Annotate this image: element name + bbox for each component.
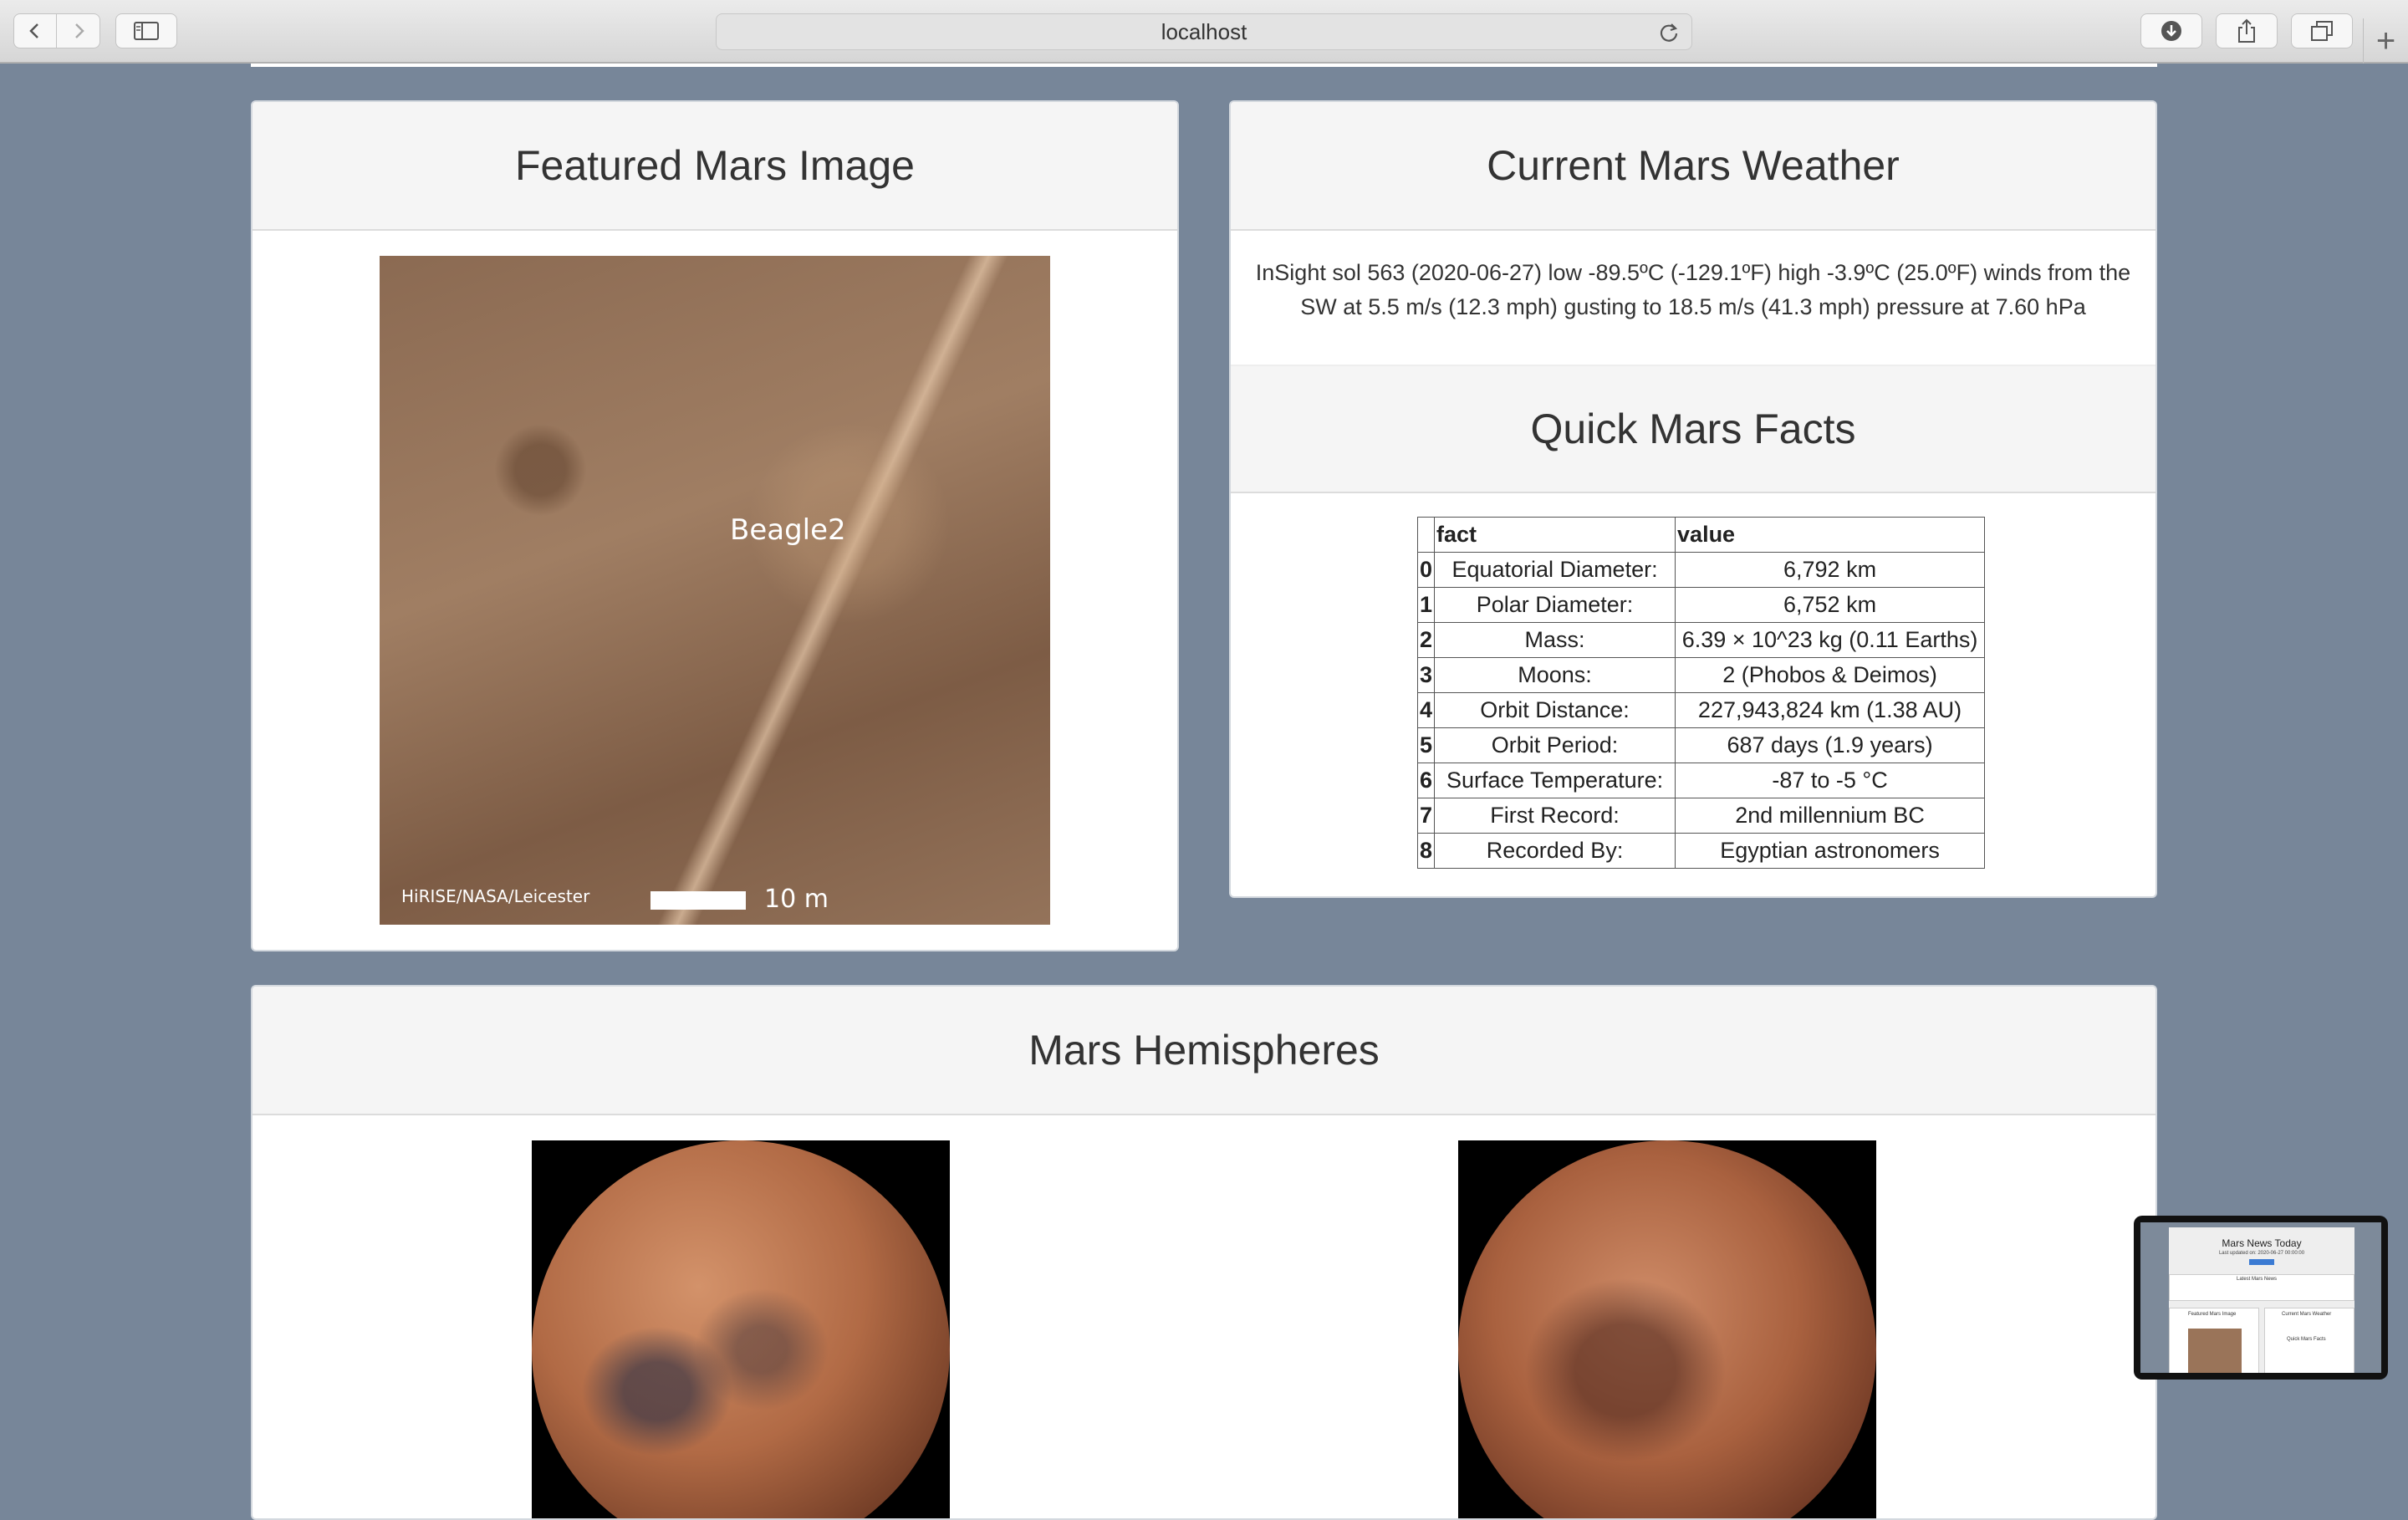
row-fact: Polar Diameter: bbox=[1434, 587, 1676, 623]
row-value: 227,943,824 km (1.38 AU) bbox=[1675, 692, 1986, 728]
table-row: 6 Surface Temperature: -87 to -5 °C bbox=[1416, 763, 1986, 798]
table-row: 5 Orbit Period: 687 days (1.9 years) bbox=[1416, 727, 1986, 763]
row-fact: Moons: bbox=[1434, 657, 1676, 693]
chevron-right-icon bbox=[74, 23, 84, 38]
nav-buttons bbox=[13, 13, 100, 48]
image-credit: HiRISE/NASA/Leicester bbox=[401, 886, 590, 906]
downloads-button[interactable] bbox=[2140, 13, 2202, 48]
featured-image-header: Featured Mars Image bbox=[253, 102, 1177, 231]
thumbnail-preview: Mars News Today Last updated on: 2020-06… bbox=[2140, 1222, 2381, 1373]
thumbnail-facts-label: Quick Mars Facts bbox=[2287, 1337, 2326, 1342]
row-value: 687 days (1.9 years) bbox=[1675, 727, 1986, 763]
facts-header-row: fact value bbox=[1416, 517, 1986, 553]
row-fact: Orbit Period: bbox=[1434, 727, 1676, 763]
back-button[interactable] bbox=[13, 13, 57, 48]
row-fact: Surface Temperature: bbox=[1434, 763, 1676, 798]
row-value: 6,752 km bbox=[1675, 587, 1986, 623]
browser-toolbar: localhost + bbox=[0, 0, 2408, 64]
mars-globe-1 bbox=[532, 1140, 950, 1518]
row-value: 6.39 × 10^23 kg (0.11 Earths) bbox=[1675, 622, 1986, 658]
header-value: value bbox=[1675, 517, 1986, 553]
sidebar-icon bbox=[134, 22, 159, 40]
mars-globe-2 bbox=[1458, 1140, 1876, 1518]
hemispheres-panel: Mars Hemispheres bbox=[251, 985, 2157, 1520]
page-thumbnail[interactable]: Mars News Today Last updated on: 2020-06… bbox=[2134, 1216, 2388, 1380]
tab-overview-button[interactable] bbox=[2291, 13, 2353, 48]
chevron-left-icon bbox=[29, 23, 38, 38]
thumbnail-subtitle: Last updated on: 2020-06-27 00:00:00 bbox=[2218, 1251, 2305, 1256]
hemispheres-header: Mars Hemispheres bbox=[253, 987, 2155, 1115]
hemisphere-image-1[interactable] bbox=[532, 1140, 950, 1518]
row-value: -87 to -5 °C bbox=[1675, 763, 1986, 798]
table-row: 1 Polar Diameter: 6,752 km bbox=[1416, 587, 1986, 623]
row-fact: Mass: bbox=[1434, 622, 1676, 658]
tabs-icon bbox=[2311, 21, 2333, 41]
sidebar-toggle-button[interactable] bbox=[115, 13, 177, 48]
scale-bar bbox=[650, 891, 746, 910]
row-fact: Recorded By: bbox=[1434, 833, 1676, 869]
row-value: 2 (Phobos & Deimos) bbox=[1675, 657, 1986, 693]
new-tab-button[interactable]: + bbox=[2363, 18, 2408, 64]
weather-title: Current Mars Weather bbox=[1487, 142, 1900, 189]
address-bar[interactable]: localhost bbox=[716, 13, 1692, 50]
table-row: 2 Mass: 6.39 × 10^23 kg (0.11 Earths) bbox=[1416, 622, 1986, 658]
thumbnail-weather-label: Current Mars Weather bbox=[2282, 1312, 2332, 1317]
featured-mars-image[interactable]: Beagle2 HiRISE/NASA/Leicester 10 m bbox=[380, 256, 1050, 925]
row-index: 6 bbox=[1416, 763, 1436, 798]
thumbnail-featured-image bbox=[2188, 1329, 2242, 1373]
hemispheres-title: Mars Hemispheres bbox=[1028, 1027, 1380, 1074]
row-index: 7 bbox=[1416, 798, 1436, 834]
row-index: 4 bbox=[1416, 692, 1436, 728]
table-row: 3 Moons: 2 (Phobos & Deimos) bbox=[1416, 657, 1986, 693]
thumbnail-news-label: Latest Mars News bbox=[2237, 1277, 2278, 1282]
weather-text: InSight sol 563 (2020-06-27) low -89.5ºC… bbox=[1255, 260, 2131, 319]
header-fact: fact bbox=[1434, 517, 1676, 553]
weather-facts-panel: Current Mars Weather InSight sol 563 (20… bbox=[1229, 100, 2157, 898]
row-fact: Equatorial Diameter: bbox=[1434, 552, 1676, 588]
table-row: 4 Orbit Distance: 227,943,824 km (1.38 AU) bbox=[1416, 692, 1986, 728]
share-button[interactable] bbox=[2216, 13, 2278, 48]
plus-icon: + bbox=[2375, 22, 2396, 59]
previous-section-edge bbox=[251, 64, 2157, 67]
facts-header: Quick Mars Facts bbox=[1231, 365, 2155, 493]
row-index: 3 bbox=[1416, 657, 1436, 693]
facts-title: Quick Mars Facts bbox=[1530, 406, 1856, 452]
thumbnail-featured-box: Featured Mars Image bbox=[2169, 1308, 2259, 1373]
row-index: 8 bbox=[1416, 833, 1436, 869]
featured-image-title: Featured Mars Image bbox=[515, 142, 915, 189]
hemisphere-image-2[interactable] bbox=[1458, 1140, 1876, 1518]
mars-facts-table: fact value 0 Equatorial Diameter: 6,792 km… bbox=[1416, 517, 1986, 869]
table-row: 0 Equatorial Diameter: 6,792 km bbox=[1416, 552, 1986, 588]
thumbnail-news-box: Latest Mars News bbox=[2169, 1274, 2354, 1301]
thumbnail-button bbox=[2249, 1259, 2274, 1265]
thumbnail-title: Mars News Today bbox=[2222, 1237, 2302, 1249]
share-icon bbox=[2238, 18, 2255, 43]
thumbnail-featured-label: Featured Mars Image bbox=[2188, 1312, 2237, 1317]
url-text: localhost bbox=[1161, 18, 1247, 44]
row-index: 5 bbox=[1416, 727, 1436, 763]
image-label-beagle2: Beagle2 bbox=[730, 513, 846, 547]
row-index: 2 bbox=[1416, 622, 1436, 658]
header-index bbox=[1416, 517, 1436, 553]
download-icon bbox=[2161, 21, 2181, 41]
row-index: 1 bbox=[1416, 587, 1436, 623]
row-fact: Orbit Distance: bbox=[1434, 692, 1676, 728]
table-row: 7 First Record: 2nd millennium BC bbox=[1416, 798, 1986, 834]
row-value: 2nd millennium BC bbox=[1675, 798, 1986, 834]
thumbnail-weather-box: Current Mars Weather Quick Mars Facts bbox=[2264, 1308, 2354, 1373]
scale-label: 10 m bbox=[764, 885, 829, 914]
table-row: 8 Recorded By: Egyptian astronomers bbox=[1416, 833, 1986, 869]
row-fact: First Record: bbox=[1434, 798, 1676, 834]
forward-button[interactable] bbox=[57, 13, 100, 48]
featured-image-panel: Featured Mars Image Beagle2 HiRISE/NASA/… bbox=[251, 100, 1179, 951]
reload-icon[interactable] bbox=[1658, 22, 1680, 43]
weather-header: Current Mars Weather bbox=[1231, 102, 2155, 231]
thumbnail-sheet: Mars News Today Last updated on: 2020-06… bbox=[2169, 1227, 2354, 1373]
row-value: Egyptian astronomers bbox=[1675, 833, 1986, 869]
row-index: 0 bbox=[1416, 552, 1436, 588]
row-value: 6,792 km bbox=[1675, 552, 1986, 588]
